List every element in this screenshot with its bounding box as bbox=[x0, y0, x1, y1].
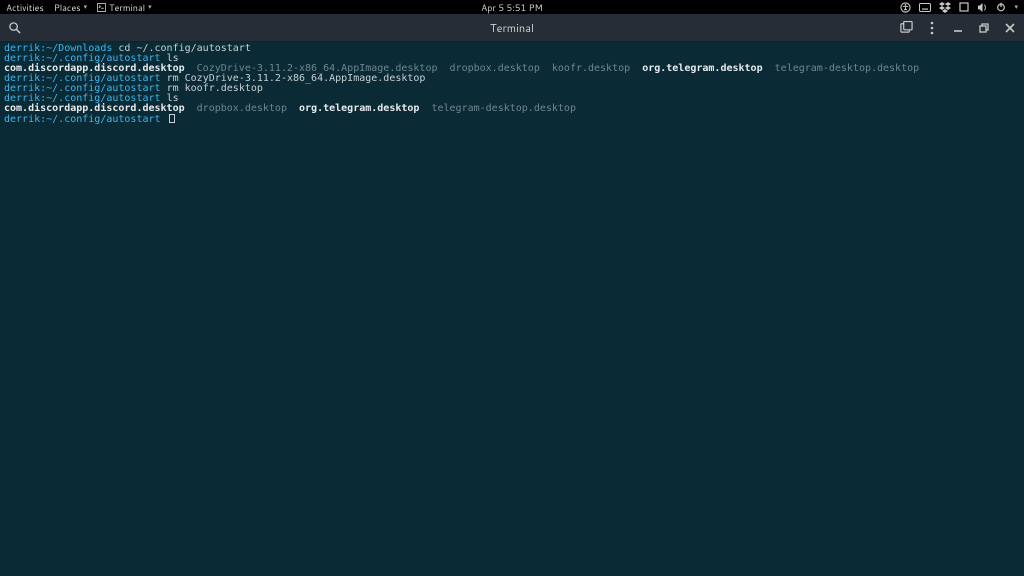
chevron-down-icon[interactable]: ▾ bbox=[1014, 2, 1018, 12]
top-bar-right: ▾ bbox=[900, 2, 1018, 13]
top-bar-left: Activities Places ▾ Terminal ▾ bbox=[6, 1, 152, 14]
close-button[interactable] bbox=[1002, 20, 1018, 36]
clock-label: Apr 5 5:51 PM bbox=[481, 1, 543, 14]
cursor bbox=[169, 114, 175, 123]
chevron-down-icon: ▾ bbox=[148, 2, 152, 12]
places-menu[interactable]: Places ▾ bbox=[54, 1, 87, 14]
window-title: Terminal bbox=[490, 20, 534, 36]
headerbar: Terminal bbox=[0, 14, 1024, 42]
terminal-menu[interactable]: Terminal ▾ bbox=[97, 1, 151, 14]
headerbar-left bbox=[6, 20, 22, 36]
minimize-button[interactable] bbox=[950, 20, 966, 36]
volume-icon[interactable] bbox=[977, 2, 988, 13]
terminal-label: Terminal bbox=[109, 1, 145, 14]
dropbox-icon[interactable] bbox=[939, 2, 951, 13]
keyboard-icon[interactable] bbox=[919, 3, 931, 12]
terminal-icon bbox=[97, 3, 106, 12]
chevron-down-icon: ▾ bbox=[84, 2, 88, 12]
places-label: Places bbox=[54, 1, 81, 14]
activities-button[interactable]: Activities bbox=[6, 1, 44, 14]
clock[interactable]: Apr 5 5:51 PM bbox=[481, 1, 543, 14]
terminal-line: com.discordapp.discord.desktop dropbox.d… bbox=[4, 104, 1020, 114]
maximize-indicator-icon[interactable] bbox=[959, 2, 969, 12]
terminal-line: derrik:~/.config/autostart bbox=[4, 114, 1020, 125]
menu-button[interactable] bbox=[924, 20, 940, 36]
power-icon[interactable] bbox=[996, 2, 1006, 12]
headerbar-right bbox=[898, 20, 1018, 36]
accessibility-icon[interactable] bbox=[900, 2, 911, 13]
restore-button[interactable] bbox=[976, 20, 992, 36]
terminal-window: Terminal derrik:~/Downloads cd ~/.config… bbox=[0, 14, 1024, 576]
terminal-body[interactable]: derrik:~/Downloads cd ~/.config/autostar… bbox=[0, 42, 1024, 576]
gnome-top-bar: Activities Places ▾ Terminal ▾ Apr 5 5:5… bbox=[0, 0, 1024, 14]
search-button[interactable] bbox=[6, 20, 22, 36]
new-tab-button[interactable] bbox=[898, 20, 914, 36]
